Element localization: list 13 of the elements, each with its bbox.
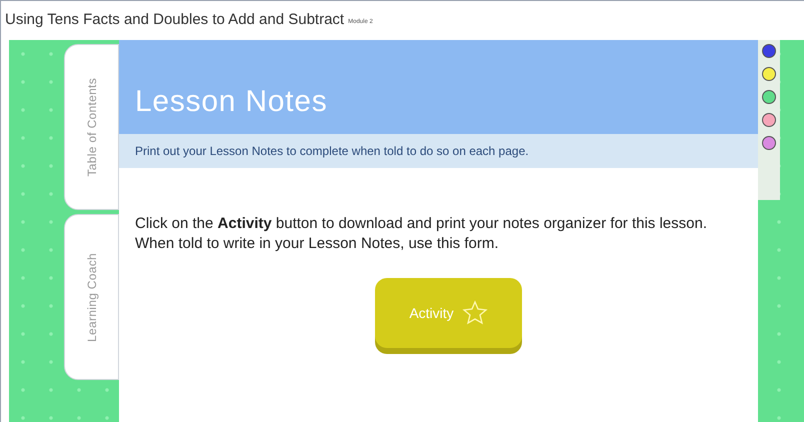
highlighter-swatch[interactable] [762, 44, 776, 58]
activity-button[interactable]: Activity [375, 278, 522, 348]
side-tab[interactable]: Table of Contents [64, 44, 119, 210]
lesson-subtitle: Print out your Lesson Notes to complete when told to do so on each page. [135, 143, 529, 160]
lesson-instructions: Click on the Activity button to download and print your notes organizer for this lesson. When told to write in your Lesson Notes, use this form. [135, 214, 708, 254]
highlighter-swatch[interactable] [762, 136, 776, 150]
highlighter-swatch[interactable] [762, 90, 776, 104]
star-icon [462, 300, 488, 326]
page-title: Using Tens Facts and Doubles to Add and Subtract [5, 10, 344, 30]
side-tab[interactable]: Learning Coach [64, 214, 119, 380]
lesson-title: Lesson Notes [135, 84, 328, 120]
highlighter-swatch[interactable] [762, 67, 776, 81]
highlighter-swatch[interactable] [762, 113, 776, 127]
